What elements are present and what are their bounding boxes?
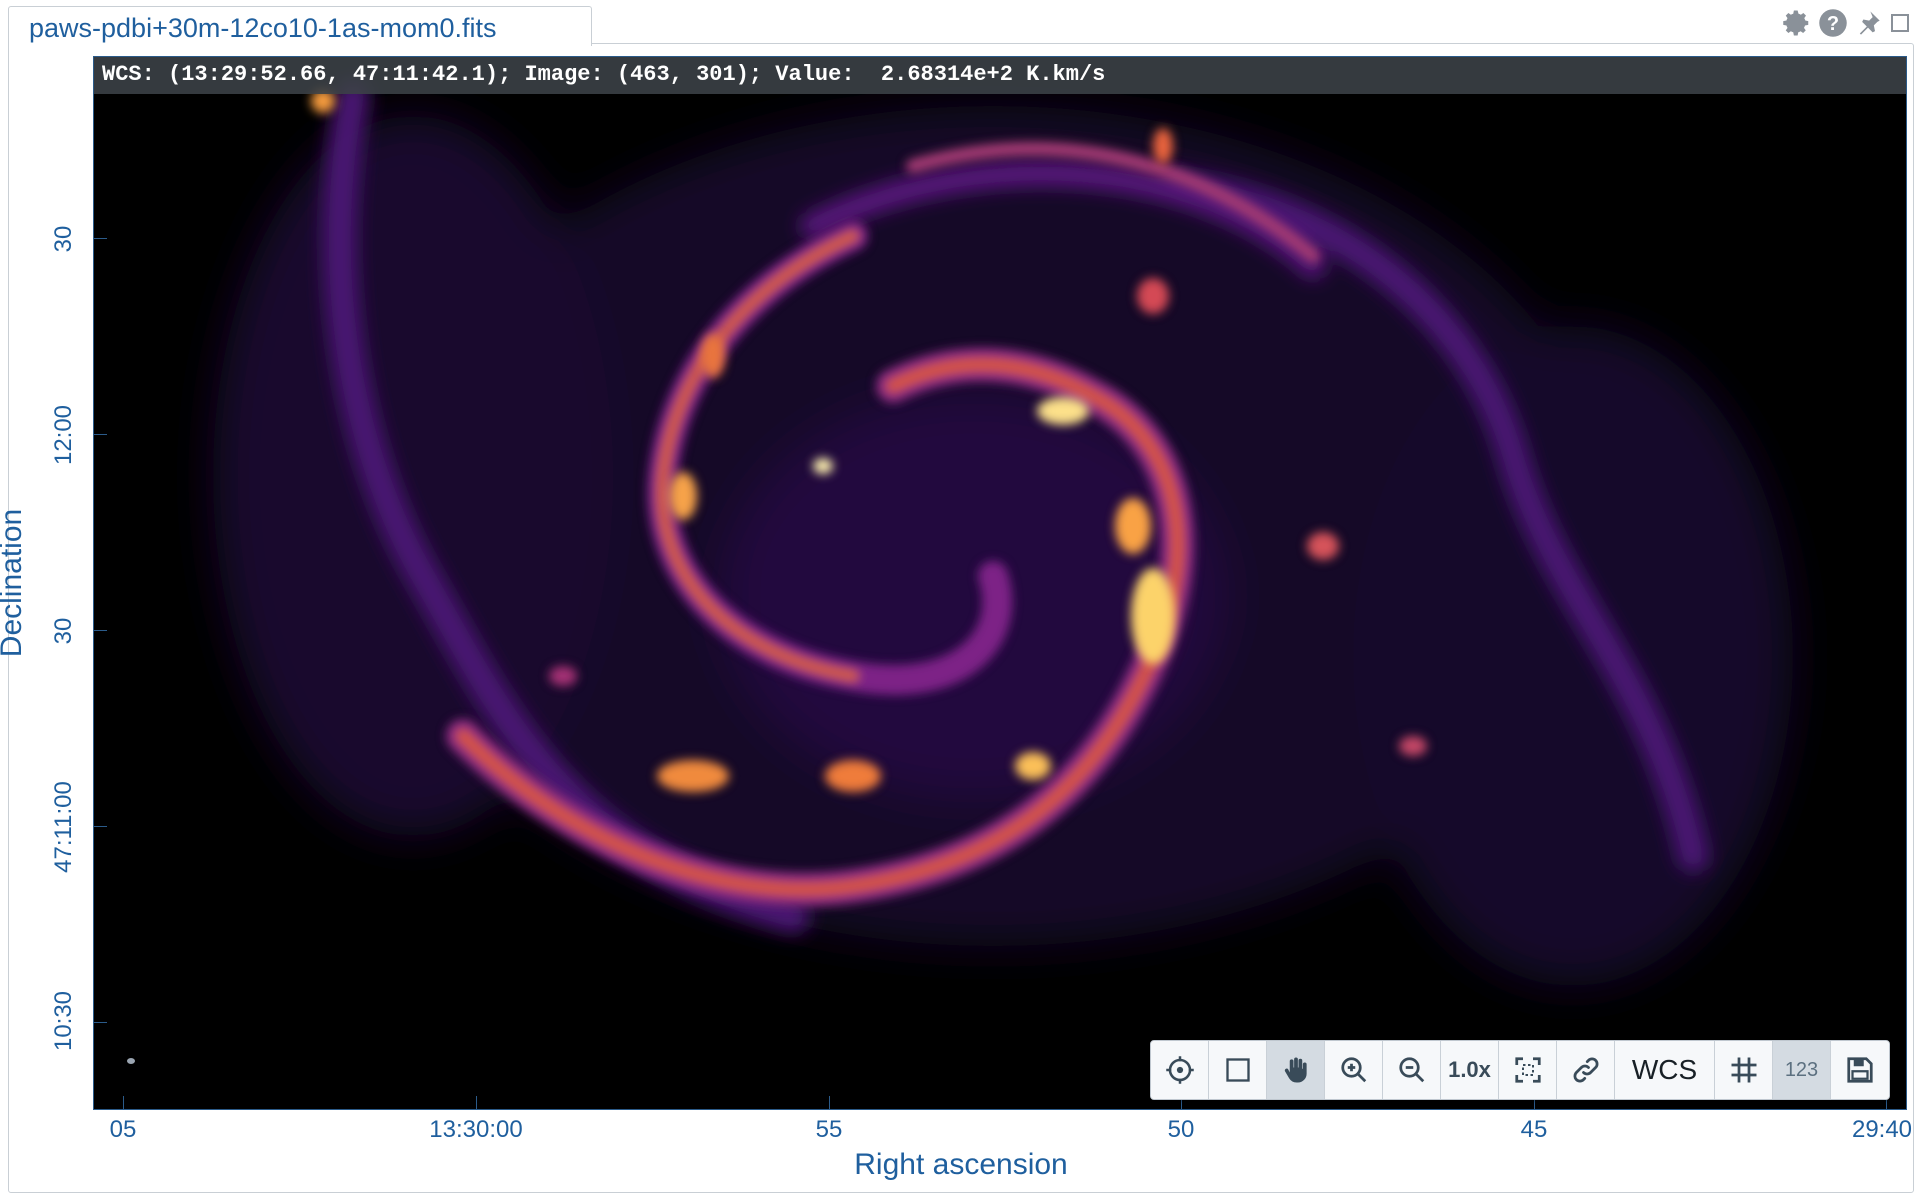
image-tab[interactable]: paws-pdbi+30m-12co10-1as-mom0.fits <box>8 6 592 46</box>
pixel-values-button[interactable]: 123 <box>1773 1041 1831 1099</box>
y-tick-mark <box>93 1022 107 1024</box>
gear-icon[interactable] <box>1782 8 1812 38</box>
y-tick-mark <box>93 238 107 240</box>
y-tick-mark <box>93 434 107 436</box>
x-axis-title: Right ascension <box>854 1148 1068 1181</box>
crosshair-icon <box>1165 1056 1194 1084</box>
y-tick-label: 12:00 <box>50 404 77 466</box>
y-tick-label: 30 <box>50 225 77 253</box>
x-tick-label: 13:30:00 <box>429 1116 523 1143</box>
grid-button[interactable] <box>1715 1041 1773 1099</box>
zoom-in-button[interactable] <box>1325 1041 1383 1099</box>
square-icon <box>1225 1058 1250 1082</box>
image-tab-title: paws-pdbi+30m-12co10-1as-mom0.fits <box>29 13 497 43</box>
x-tick-mark <box>476 1096 478 1110</box>
image-toolbar: 1.0x WCS 123 <box>1150 1040 1890 1100</box>
region-rectangle-button[interactable] <box>1209 1041 1267 1099</box>
wcs-button[interactable]: WCS <box>1615 1041 1715 1099</box>
pan-button[interactable] <box>1267 1041 1325 1099</box>
help-icon[interactable]: ? <box>1818 8 1848 38</box>
grid-icon <box>1731 1057 1756 1083</box>
crosshair-button[interactable] <box>1151 1041 1209 1099</box>
x-tick-mark <box>123 1096 125 1110</box>
y-tick-label: 47:11:00 <box>50 781 77 873</box>
pin-icon[interactable] <box>1854 9 1882 37</box>
svg-text:?: ? <box>1827 13 1839 35</box>
fit-screen-icon <box>1514 1057 1541 1083</box>
y-tick-mark <box>93 630 107 632</box>
y-tick-label: 30 <box>50 617 77 645</box>
zoom-out-icon <box>1398 1057 1424 1083</box>
zoom-out-button[interactable] <box>1383 1041 1441 1099</box>
image-canvas[interactable] <box>93 56 1907 1110</box>
x-tick-mark <box>829 1096 831 1110</box>
y-tick-label: 10:30 <box>50 990 77 1052</box>
link-button[interactable] <box>1557 1041 1615 1099</box>
hand-icon <box>1284 1057 1307 1083</box>
x-tick-label: 55 <box>815 1116 843 1143</box>
y-tick-mark <box>93 826 107 828</box>
x-tick-label: 45 <box>1520 1116 1548 1143</box>
zoom-level-button[interactable]: 1.0x <box>1441 1041 1499 1099</box>
link-icon <box>1573 1057 1598 1083</box>
save-image-button[interactable] <box>1831 1041 1889 1099</box>
zoom-in-icon <box>1340 1057 1366 1083</box>
cursor-info-bar: WCS: (13:29:52.66, 47:11:42.1); Image: (… <box>93 56 1907 94</box>
maximize-icon[interactable] <box>1888 11 1912 35</box>
y-axis-title: Declination <box>0 508 28 658</box>
zoom-fit-button[interactable] <box>1499 1041 1557 1099</box>
galaxy-image <box>127 79 1793 1064</box>
save-icon <box>1847 1057 1873 1083</box>
x-tick-label: 50 <box>1167 1116 1195 1143</box>
x-tick-label: 29:40 <box>1851 1116 1913 1143</box>
window-controls: ? <box>1782 4 1912 42</box>
x-tick-label: 05 <box>109 1116 137 1143</box>
